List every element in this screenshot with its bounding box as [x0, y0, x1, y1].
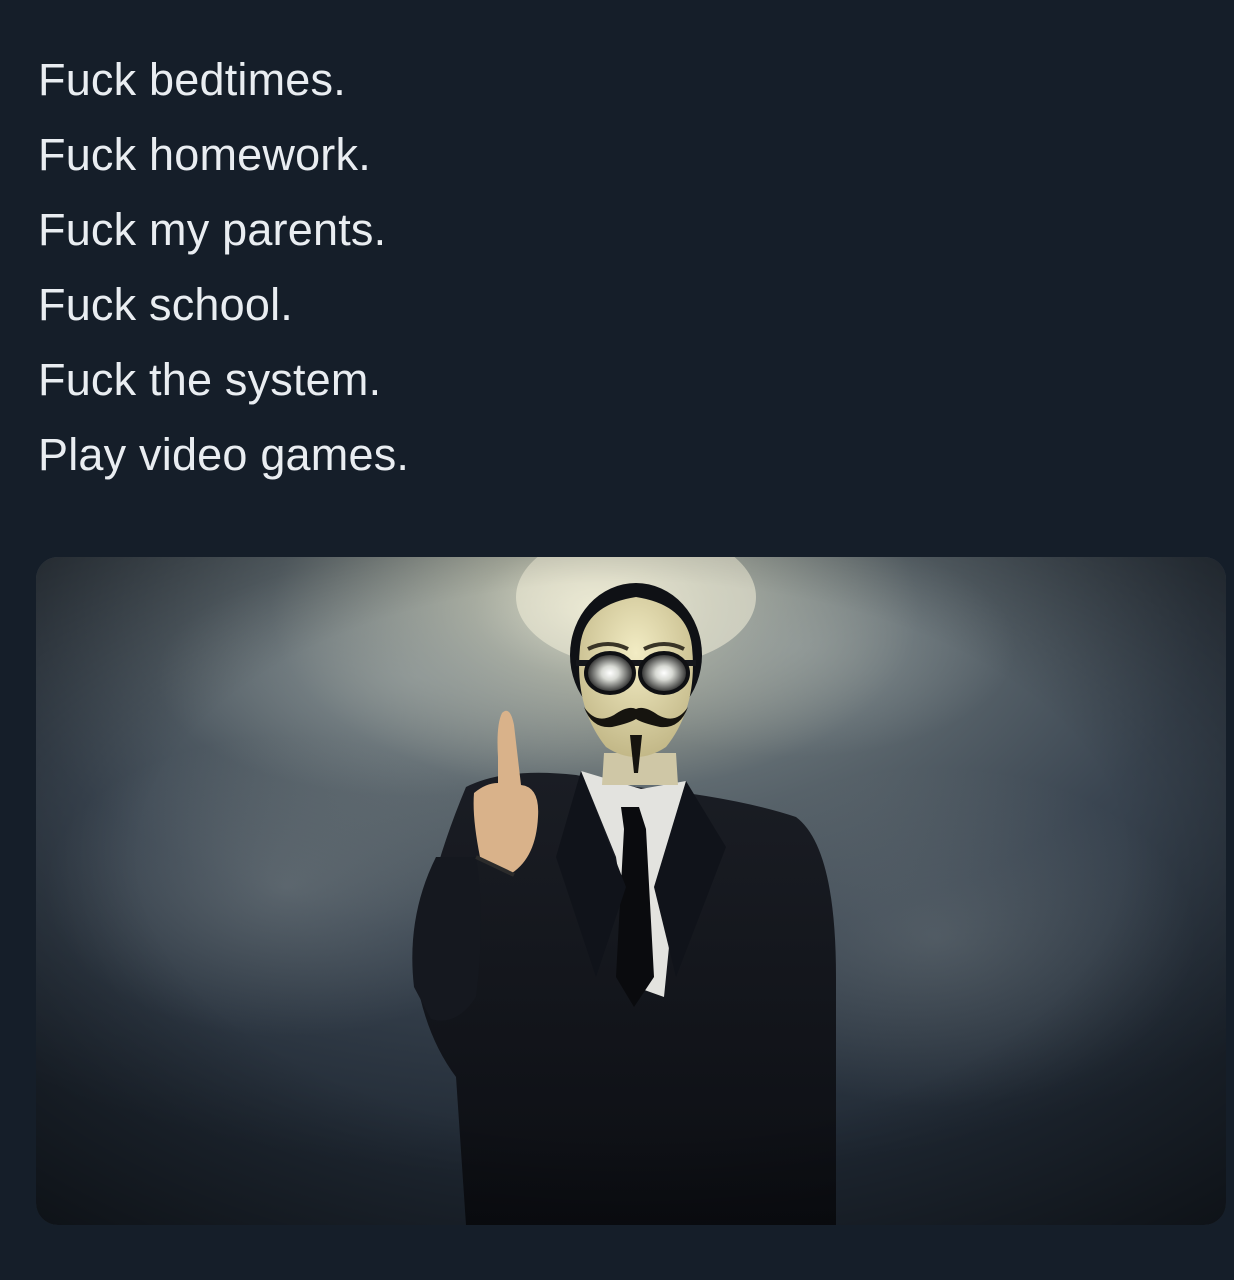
post-text-line: Play video games.	[38, 429, 410, 480]
post: Fuck bedtimes. Fuck homework. Fuck my pa…	[0, 0, 1234, 1280]
post-text-line: Fuck bedtimes.	[38, 54, 346, 105]
post-text-line: Fuck homework.	[38, 129, 371, 180]
post-text-line: Fuck school.	[38, 279, 293, 330]
post-text-line: Fuck the system.	[38, 354, 382, 405]
post-text: Fuck bedtimes. Fuck homework. Fuck my pa…	[38, 42, 1188, 492]
post-text-line: Fuck my parents.	[38, 204, 387, 255]
masked-man-photo	[36, 557, 1226, 1225]
post-image[interactable]	[36, 557, 1226, 1225]
